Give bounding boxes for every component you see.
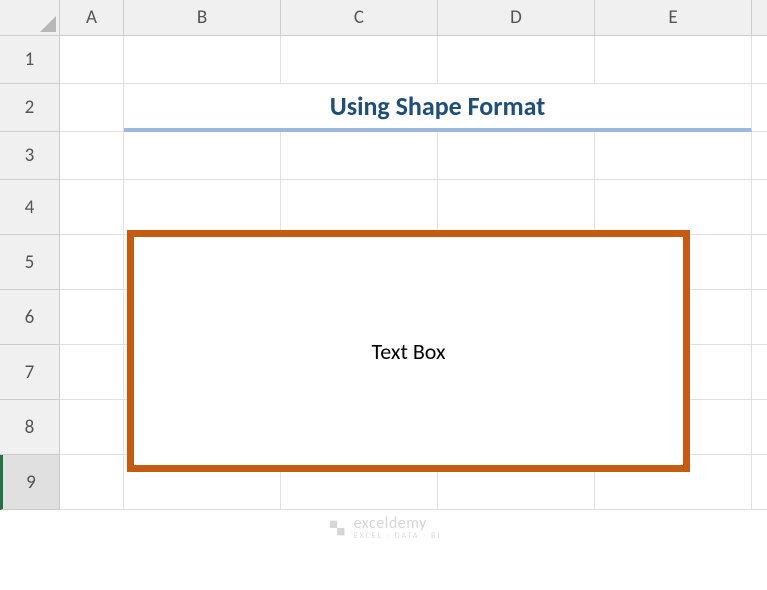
col-header-C[interactable]: C <box>281 0 438 36</box>
watermark-icon <box>326 517 348 539</box>
col-header-A[interactable]: A <box>60 0 124 36</box>
row-header-1[interactable]: 1 <box>0 36 60 84</box>
row-header-2[interactable]: 2 <box>0 84 60 132</box>
cell-F8[interactable] <box>752 400 767 455</box>
row-header-5[interactable]: 5 <box>0 235 60 290</box>
cell-F3[interactable] <box>752 132 767 180</box>
merged-title-cell[interactable]: Using Shape Format <box>124 84 752 132</box>
cell-A9[interactable] <box>60 455 124 510</box>
cell-A8[interactable] <box>60 400 124 455</box>
cell-C3[interactable] <box>281 132 438 180</box>
cell-A6[interactable] <box>60 290 124 345</box>
cell-C4[interactable] <box>281 180 438 235</box>
row-header-9[interactable]: 9 <box>0 455 60 510</box>
cell-F1[interactable] <box>752 36 767 84</box>
text-box-content: Text Box <box>372 338 446 365</box>
cell-F4[interactable] <box>752 180 767 235</box>
cell-A3[interactable] <box>60 132 124 180</box>
watermark: exceldemy EXCEL · DATA · BI <box>326 516 442 540</box>
cell-F9[interactable] <box>752 455 767 510</box>
cell-A2[interactable] <box>60 84 124 132</box>
watermark-tagline: EXCEL · DATA · BI <box>354 532 442 540</box>
cell-A7[interactable] <box>60 345 124 400</box>
text-box-shape[interactable]: Text Box <box>127 230 690 472</box>
row-header-6[interactable]: 6 <box>0 290 60 345</box>
cell-E3[interactable] <box>595 132 752 180</box>
cell-C1[interactable] <box>281 36 438 84</box>
col-header-D[interactable]: D <box>438 0 595 36</box>
row-header-4[interactable]: 4 <box>0 180 60 235</box>
cell-A1[interactable] <box>60 36 124 84</box>
cell-F2[interactable] <box>752 84 767 132</box>
cell-B4[interactable] <box>124 180 281 235</box>
cell-F7[interactable] <box>752 345 767 400</box>
row-header-7[interactable]: 7 <box>0 345 60 400</box>
cell-F5[interactable] <box>752 235 767 290</box>
cell-B3[interactable] <box>124 132 281 180</box>
cell-B1[interactable] <box>124 36 281 84</box>
cell-D1[interactable] <box>438 36 595 84</box>
col-header-F[interactable]: F <box>752 0 767 36</box>
watermark-name: exceldemy <box>354 516 427 532</box>
select-all-corner[interactable] <box>0 0 60 36</box>
col-header-E[interactable]: E <box>595 0 752 36</box>
cell-E1[interactable] <box>595 36 752 84</box>
cell-A4[interactable] <box>60 180 124 235</box>
cell-A5[interactable] <box>60 235 124 290</box>
cell-E4[interactable] <box>595 180 752 235</box>
col-header-B[interactable]: B <box>124 0 281 36</box>
cell-D3[interactable] <box>438 132 595 180</box>
row-header-3[interactable]: 3 <box>0 132 60 180</box>
row-header-8[interactable]: 8 <box>0 400 60 455</box>
cell-D4[interactable] <box>438 180 595 235</box>
cell-F6[interactable] <box>752 290 767 345</box>
